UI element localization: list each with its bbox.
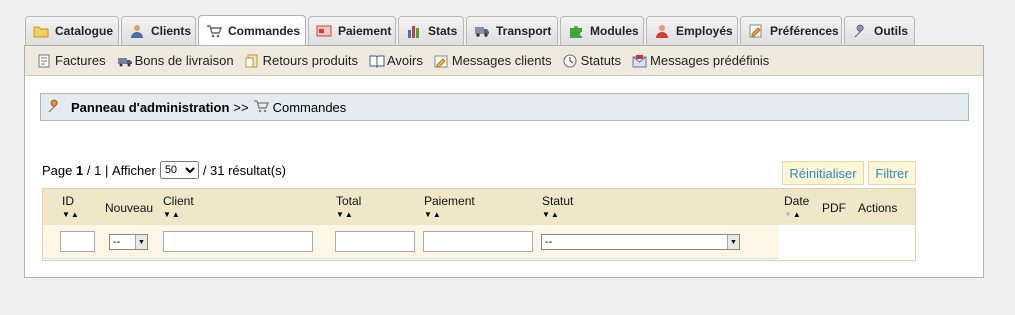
user-icon <box>129 24 145 38</box>
status-filter-select[interactable]: -- ▼ <box>541 234 740 250</box>
main-tabs: Catalogue Clients Commandes Paiement Sta… <box>25 15 917 46</box>
tab-label: Employés <box>676 24 733 38</box>
column-actions: Actions <box>858 201 898 215</box>
bar-chart-icon <box>406 24 422 38</box>
tab-outils[interactable]: Outils <box>844 16 915 45</box>
tab-label: Outils <box>874 24 909 38</box>
orders-table: ID ▼▲ Nouveau Client ▼▲ Total ▼▲ Paiemen… <box>42 188 916 261</box>
sort-arrows-statut[interactable]: ▼▲ <box>542 210 560 219</box>
tab-label: Paiement <box>338 24 392 38</box>
preferences-icon <box>748 24 764 38</box>
column-nouveau: Nouveau <box>105 201 154 215</box>
employee-icon <box>654 24 670 38</box>
tab-employes[interactable]: Employés <box>646 16 738 45</box>
subnav-retours-produits[interactable]: Retours produits <box>245 53 358 68</box>
current-page: 1 <box>76 162 84 178</box>
breadcrumb: Panneau d'administration >> Commandes <box>40 93 969 121</box>
tab-label: Clients <box>151 24 192 38</box>
table-header: ID ▼▲ Nouveau Client ▼▲ Total ▼▲ Paiemen… <box>43 189 915 225</box>
cart-icon <box>206 24 223 38</box>
subnav-label: Statuts <box>580 53 622 68</box>
results-count: / 31 résultat(s) <box>202 162 286 178</box>
subnav-label: Messages prédéfinis <box>650 53 770 68</box>
column-id: ID <box>62 194 74 208</box>
payment-icon <box>316 24 332 38</box>
pagination: Page 1 / 1 | Afficher 50 / 31 résultat(s… <box>42 161 286 179</box>
breadcrumb-root[interactable]: Panneau d'administration <box>71 100 229 115</box>
message-icon <box>434 54 448 68</box>
tab-label: Transport <box>496 24 552 38</box>
sort-arrows-paiement[interactable]: ▼▲ <box>424 210 442 219</box>
new-filter-select[interactable]: -- ▼ <box>109 234 148 250</box>
column-total: Total <box>336 194 362 208</box>
tab-label: Modules <box>590 24 639 38</box>
subnav-label: Avoirs <box>386 53 423 68</box>
column-pdf: PDF <box>822 201 846 215</box>
wrench-icon <box>852 24 868 38</box>
chevron-down-icon: ▼ <box>727 235 739 249</box>
show-label: Afficher <box>111 162 156 178</box>
tab-label: Préférences <box>770 24 839 38</box>
subnav-label: Messages clients <box>451 53 552 68</box>
subnav-label: Factures <box>55 53 106 68</box>
subnav-label: Retours produits <box>262 53 358 68</box>
puzzle-icon <box>568 24 584 38</box>
delivery-icon <box>117 54 132 68</box>
payment-filter-input[interactable] <box>423 231 533 252</box>
tab-commandes[interactable]: Commandes <box>198 15 306 46</box>
breadcrumb-current: Commandes <box>272 99 347 115</box>
filter-button[interactable]: Filtrer <box>868 161 916 185</box>
predefined-message-icon <box>632 54 647 68</box>
tab-catalogue[interactable]: Catalogue <box>25 16 119 45</box>
tab-clients[interactable]: Clients <box>121 16 196 45</box>
tab-stats[interactable]: Stats <box>398 16 464 45</box>
column-date: Date <box>784 194 810 208</box>
tab-label: Stats <box>428 24 458 38</box>
tab-preferences[interactable]: Préférences <box>740 16 842 45</box>
tab-label: Catalogue <box>55 24 114 38</box>
book-icon <box>369 54 385 68</box>
tab-paiement[interactable]: Paiement <box>308 16 396 45</box>
subnav-label: Bons de livraison <box>134 53 234 68</box>
return-icon <box>245 54 259 68</box>
tab-modules[interactable]: Modules <box>560 16 644 45</box>
content-panel: Factures Bons de livraison Retours produ… <box>24 45 984 278</box>
new-filter-value: -- <box>113 236 121 248</box>
sort-arrows-id[interactable]: ▼▲ <box>62 210 80 219</box>
column-client: Client <box>163 194 194 208</box>
breadcrumb-separator: >> <box>233 99 249 115</box>
tab-transport[interactable]: Transport <box>466 16 558 45</box>
subnav-statuts[interactable]: Statuts <box>563 53 621 68</box>
pager-separator: | <box>104 162 109 178</box>
cart-icon <box>253 99 269 116</box>
subnav-messages-clients[interactable]: Messages clients <box>434 53 552 68</box>
status-filter-value: -- <box>545 236 553 248</box>
folder-icon <box>33 24 49 38</box>
invoice-icon <box>37 54 51 68</box>
sub-navigation: Factures Bons de livraison Retours produ… <box>25 46 983 76</box>
sort-arrows-client[interactable]: ▼▲ <box>163 210 181 219</box>
tab-label: Commandes <box>228 24 301 38</box>
page-label: Page <box>42 162 73 178</box>
per-page-select[interactable]: 50 <box>159 161 199 179</box>
subnav-factures[interactable]: Factures <box>37 53 106 68</box>
subnav-bons-de-livraison[interactable]: Bons de livraison <box>117 53 234 68</box>
client-filter-input[interactable] <box>163 231 313 252</box>
wrench-icon <box>47 98 63 117</box>
truck-icon <box>474 24 490 38</box>
subnav-avoirs[interactable]: Avoirs <box>369 53 423 68</box>
clock-icon <box>563 54 577 68</box>
total-filter-input[interactable] <box>335 231 415 252</box>
page-total: / 1 <box>86 162 102 178</box>
subnav-messages-predefinis[interactable]: Messages prédéfinis <box>632 53 769 68</box>
column-statut: Statut <box>542 194 574 208</box>
column-paiement: Paiement <box>424 194 475 208</box>
id-filter-input[interactable] <box>60 231 95 252</box>
sort-arrows-date[interactable]: ▼▲ <box>784 210 802 219</box>
chevron-down-icon: ▼ <box>135 235 147 249</box>
reset-button[interactable]: Réinitialiser <box>782 161 864 185</box>
filter-row: -- ▼ -- ▼ <box>43 225 779 259</box>
sort-arrows-total[interactable]: ▼▲ <box>336 210 354 219</box>
